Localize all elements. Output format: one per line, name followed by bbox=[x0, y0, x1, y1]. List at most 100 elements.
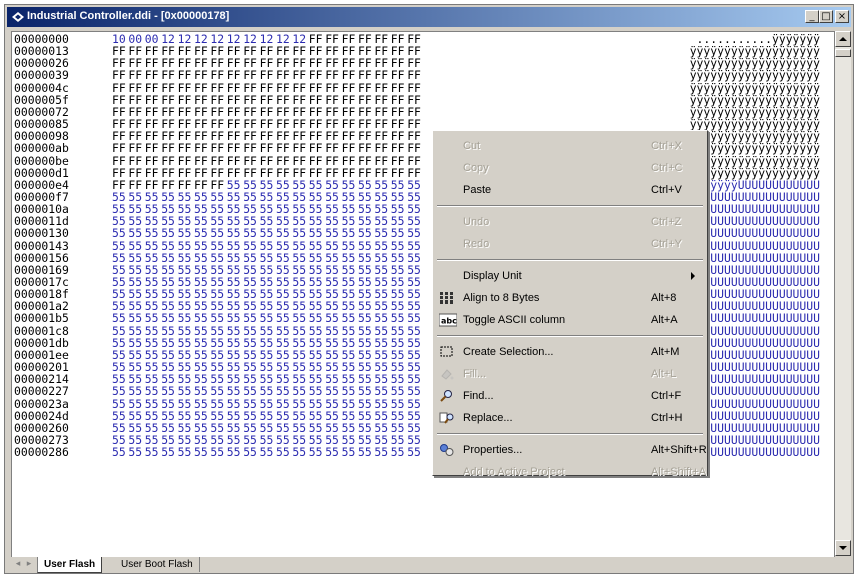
hex-byte[interactable]: 55 bbox=[243, 337, 259, 349]
hex-byte[interactable]: FF bbox=[112, 94, 128, 106]
hex-byte[interactable]: FF bbox=[128, 69, 144, 81]
tab-user-boot-flash[interactable]: User Boot Flash bbox=[115, 557, 200, 572]
hex-byte[interactable]: FF bbox=[194, 94, 210, 106]
hex-byte[interactable]: 55 bbox=[145, 385, 161, 397]
hex-byte[interactable]: 55 bbox=[260, 252, 276, 264]
hex-byte[interactable]: 55 bbox=[325, 240, 341, 252]
hex-byte[interactable]: FF bbox=[161, 82, 177, 94]
hex-byte[interactable]: FF bbox=[161, 69, 177, 81]
hex-byte[interactable]: 55 bbox=[292, 179, 308, 191]
hex-byte[interactable]: FF bbox=[161, 142, 177, 154]
hex-byte[interactable]: 55 bbox=[243, 422, 259, 434]
hex-byte[interactable]: 55 bbox=[128, 240, 144, 252]
hex-row[interactable]: 00000039 FF FF FF FF FF FF FF FF FF FF FF FF FF FF FF FF… bbox=[12, 69, 832, 81]
hex-byte[interactable]: 55 bbox=[374, 312, 390, 324]
hex-byte[interactable]: 55 bbox=[243, 410, 259, 422]
hex-row[interactable]: 00000130 55 55 55 55 55 55 55 55 55 55 55 55 55 55 55 55… bbox=[12, 227, 832, 239]
hex-byte[interactable]: 55 bbox=[374, 325, 390, 337]
hex-row[interactable]: 0000005f FF FF FF FF FF FF FF FF FF FF FF FF FF FF FF FF… bbox=[12, 94, 832, 106]
hex-byte[interactable]: 55 bbox=[342, 422, 358, 434]
hex-byte[interactable]: 55 bbox=[260, 410, 276, 422]
hex-byte[interactable]: 55 bbox=[112, 446, 128, 458]
hex-byte[interactable]: 55 bbox=[407, 252, 423, 264]
hex-byte[interactable]: 55 bbox=[391, 398, 407, 410]
hex-byte[interactable]: 55 bbox=[210, 398, 226, 410]
hex-byte[interactable]: FF bbox=[128, 142, 144, 154]
hex-byte[interactable]: 55 bbox=[276, 410, 292, 422]
hex-byte[interactable]: 55 bbox=[194, 337, 210, 349]
hex-byte[interactable]: FF bbox=[227, 82, 243, 94]
hex-byte[interactable]: 55 bbox=[325, 337, 341, 349]
hex-byte[interactable]: 55 bbox=[276, 240, 292, 252]
hex-byte[interactable]: 55 bbox=[407, 422, 423, 434]
hex-byte[interactable]: FF bbox=[260, 82, 276, 94]
hex-byte[interactable]: FF bbox=[145, 155, 161, 167]
hex-row[interactable]: 0000023a 55 55 55 55 55 55 55 55 55 55 55 55 55 55 55 55… bbox=[12, 398, 832, 410]
hex-byte[interactable]: 55 bbox=[260, 227, 276, 239]
hex-byte[interactable]: FF bbox=[145, 142, 161, 154]
hex-byte[interactable]: 55 bbox=[243, 240, 259, 252]
hex-byte[interactable]: 55 bbox=[276, 179, 292, 191]
hex-byte[interactable]: 55 bbox=[227, 422, 243, 434]
hex-byte[interactable]: FF bbox=[194, 82, 210, 94]
hex-byte[interactable]: 55 bbox=[374, 410, 390, 422]
hex-byte[interactable]: 55 bbox=[276, 446, 292, 458]
hex-byte[interactable]: FF bbox=[309, 155, 325, 167]
hex-byte[interactable]: 55 bbox=[243, 446, 259, 458]
hex-byte[interactable]: 55 bbox=[161, 446, 177, 458]
hex-byte[interactable]: 55 bbox=[391, 446, 407, 458]
hex-byte[interactable]: 55 bbox=[325, 446, 341, 458]
hex-byte[interactable]: 55 bbox=[210, 325, 226, 337]
hex-byte[interactable]: 55 bbox=[276, 337, 292, 349]
hex-byte[interactable]: FF bbox=[161, 94, 177, 106]
hex-byte[interactable]: FF bbox=[145, 69, 161, 81]
hex-byte[interactable]: 55 bbox=[178, 325, 194, 337]
hex-byte[interactable]: FF bbox=[407, 167, 423, 179]
hex-byte[interactable]: 55 bbox=[358, 398, 374, 410]
hex-byte[interactable]: 55 bbox=[145, 398, 161, 410]
hex-byte[interactable]: 55 bbox=[243, 312, 259, 324]
hex-byte[interactable]: FF bbox=[210, 155, 226, 167]
hex-byte[interactable]: FF bbox=[309, 167, 325, 179]
hex-byte[interactable]: FF bbox=[309, 94, 325, 106]
hex-byte[interactable]: FF bbox=[194, 155, 210, 167]
hex-byte[interactable]: 55 bbox=[194, 325, 210, 337]
hex-byte[interactable]: FF bbox=[243, 69, 259, 81]
hex-byte[interactable]: FF bbox=[358, 69, 374, 81]
tab-user-flash[interactable]: User Flash bbox=[37, 557, 103, 573]
hex-row[interactable]: 000001b5 55 55 55 55 55 55 55 55 55 55 55 55 55 55 55 55… bbox=[12, 312, 832, 324]
hex-byte[interactable]: FF bbox=[210, 179, 226, 191]
hex-byte[interactable]: 55 bbox=[292, 240, 308, 252]
hex-byte[interactable]: 55 bbox=[260, 312, 276, 324]
hex-byte[interactable]: 55 bbox=[145, 422, 161, 434]
hex-byte[interactable]: 55 bbox=[178, 446, 194, 458]
hex-byte[interactable]: 55 bbox=[260, 240, 276, 252]
hex-row[interactable]: 000000be FF FF FF FF FF FF FF FF FF FF FF FF FF FF FF FF… bbox=[12, 155, 832, 167]
hex-byte[interactable]: 55 bbox=[112, 337, 128, 349]
hex-byte[interactable]: 55 bbox=[309, 385, 325, 397]
hex-byte[interactable]: 55 bbox=[342, 410, 358, 422]
hex-byte[interactable]: FF bbox=[178, 155, 194, 167]
hex-byte[interactable]: 55 bbox=[391, 240, 407, 252]
hex-byte[interactable]: 55 bbox=[178, 398, 194, 410]
hex-byte[interactable]: FF bbox=[128, 179, 144, 191]
hex-byte[interactable]: FF bbox=[260, 142, 276, 154]
hex-byte[interactable]: 55 bbox=[407, 240, 423, 252]
hex-byte[interactable]: 55 bbox=[178, 252, 194, 264]
hex-byte[interactable]: 55 bbox=[325, 179, 341, 191]
hex-byte[interactable]: FF bbox=[391, 155, 407, 167]
hex-byte[interactable]: FF bbox=[292, 82, 308, 94]
hex-byte[interactable]: 55 bbox=[128, 398, 144, 410]
hex-byte[interactable]: FF bbox=[128, 94, 144, 106]
hex-byte[interactable]: FF bbox=[407, 82, 423, 94]
hex-row[interactable]: 00000286 55 55 55 55 55 55 55 55 55 55 55 55 55 55 55 55… bbox=[12, 446, 832, 458]
hex-byte[interactable]: 55 bbox=[161, 422, 177, 434]
restore-button[interactable]: □ bbox=[819, 10, 833, 23]
menu-item-display-unit[interactable]: Display Unit bbox=[435, 265, 705, 287]
hex-byte[interactable]: 55 bbox=[194, 446, 210, 458]
hex-byte[interactable]: 55 bbox=[227, 227, 243, 239]
hex-byte[interactable]: FF bbox=[227, 142, 243, 154]
hex-byte[interactable]: FF bbox=[210, 69, 226, 81]
hex-byte[interactable]: 55 bbox=[325, 252, 341, 264]
hex-byte[interactable]: FF bbox=[178, 69, 194, 81]
